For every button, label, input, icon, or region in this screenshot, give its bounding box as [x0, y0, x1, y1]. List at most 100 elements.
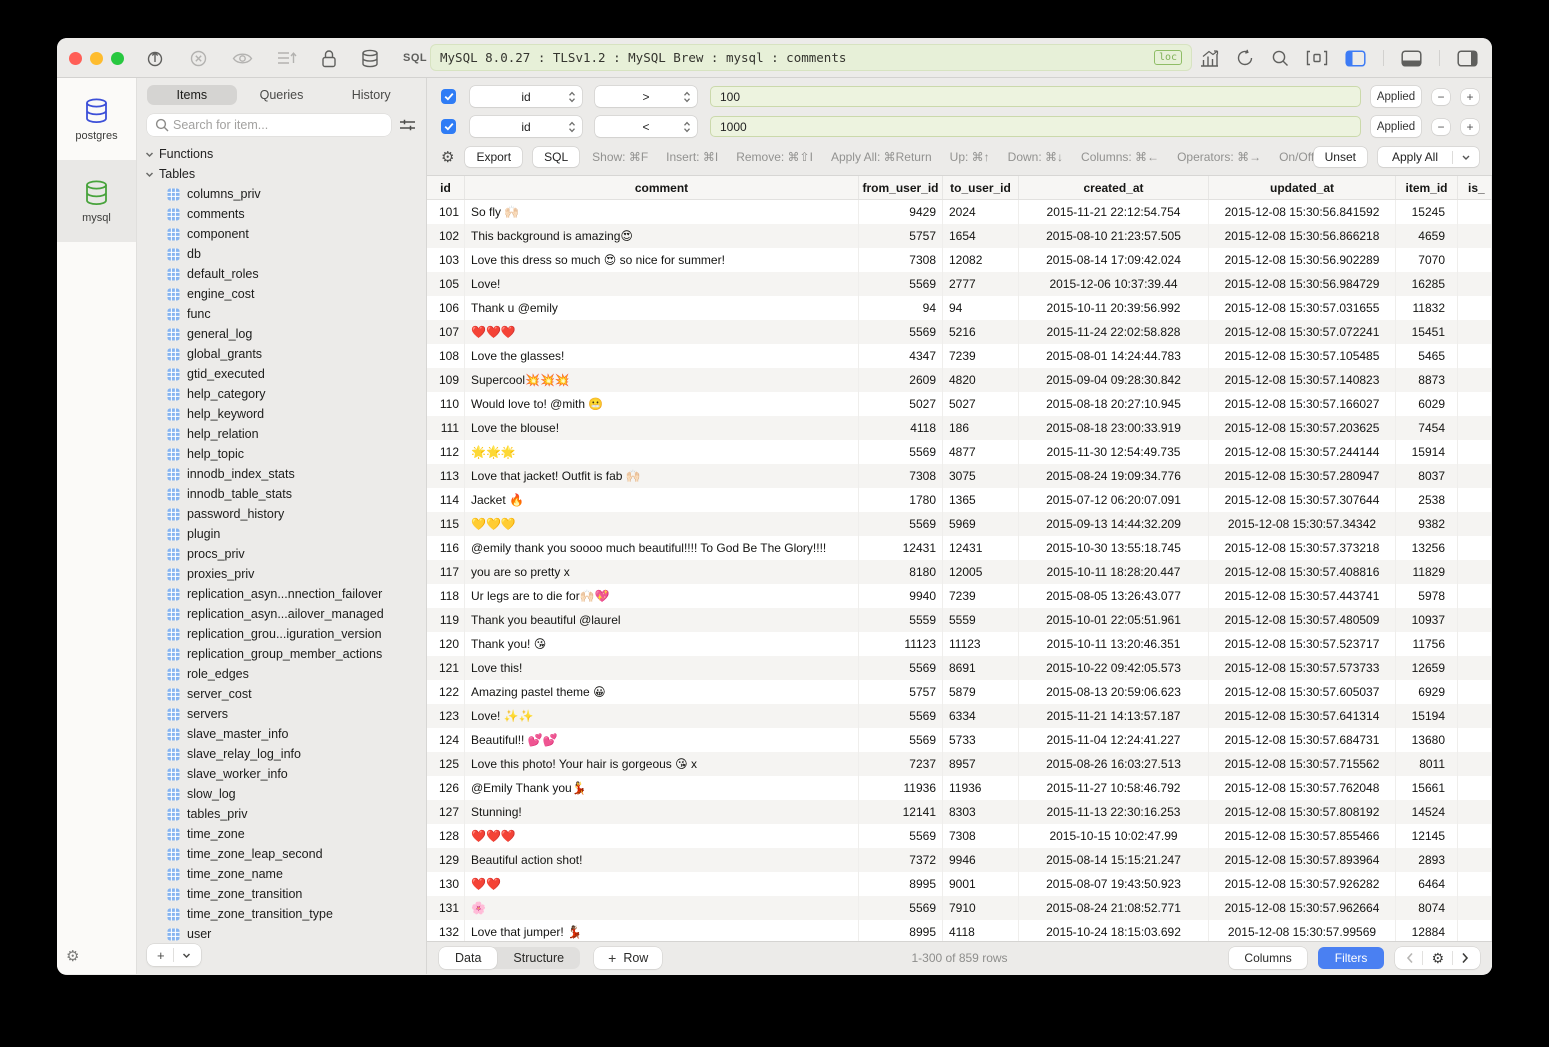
toggle-right-panel-icon[interactable] — [1457, 50, 1478, 67]
cell-from-user-id[interactable]: 8995 — [859, 920, 943, 941]
sql-button[interactable]: SQL — [533, 147, 579, 167]
cell-item-id[interactable]: 13680 — [1396, 728, 1458, 752]
cell-comment[interactable]: Love! — [465, 272, 859, 296]
sidebar-table-item[interactable]: slave_master_info — [145, 724, 418, 744]
cell-created-at[interactable]: 2015-10-11 13:20:46.351 — [1019, 632, 1209, 656]
table-row[interactable]: 127 Stunning! 12141 8303 2015-11-13 22:3… — [427, 800, 1492, 824]
cell-is[interactable] — [1458, 776, 1492, 800]
cell-comment[interactable]: Love this photo! Your hair is gorgeous 😘… — [465, 752, 859, 776]
cell-to-user-id[interactable]: 3075 — [943, 464, 1019, 488]
cell-id[interactable]: 112 — [427, 440, 465, 464]
cell-item-id[interactable]: 15451 — [1396, 320, 1458, 344]
sidebar-table-item[interactable]: time_zone_leap_second — [145, 844, 418, 864]
sidebar-table-item[interactable]: engine_cost — [145, 284, 418, 304]
toggle-sidebar-icon[interactable] — [1345, 50, 1366, 67]
cell-updated-at[interactable]: 2015-12-08 15:30:56.902289 — [1209, 248, 1396, 272]
remove-filter-button[interactable]: − — [1432, 119, 1450, 135]
cell-created-at[interactable]: 2015-11-04 12:24:41.227 — [1019, 728, 1209, 752]
cell-comment[interactable]: Thank you! 😘 — [465, 632, 859, 656]
sidebar-table-item[interactable]: user — [145, 924, 418, 944]
preview-icon[interactable] — [232, 51, 253, 66]
cell-updated-at[interactable]: 2015-12-08 15:30:57.140823 — [1209, 368, 1396, 392]
cell-created-at[interactable]: 2015-08-18 23:00:33.919 — [1019, 416, 1209, 440]
cell-is[interactable] — [1458, 536, 1492, 560]
cell-to-user-id[interactable]: 11123 — [943, 632, 1019, 656]
table-row[interactable]: 113 Love that jacket! Outfit is fab 🙌🏻 7… — [427, 464, 1492, 488]
cell-is[interactable] — [1458, 896, 1492, 920]
cell-id[interactable]: 108 — [427, 344, 465, 368]
table-row[interactable]: 110 Would love to! @mith 😬 5027 5027 201… — [427, 392, 1492, 416]
disconnect-icon[interactable] — [189, 49, 208, 68]
cell-updated-at[interactable]: 2015-12-08 15:30:57.373218 — [1209, 536, 1396, 560]
add-filter-button[interactable]: + — [1461, 119, 1479, 135]
sidebar-table-item[interactable]: replication_grou...iguration_version — [145, 624, 418, 644]
cell-is[interactable] — [1458, 272, 1492, 296]
cell-from-user-id[interactable]: 5569 — [859, 824, 943, 848]
cell-item-id[interactable]: 8873 — [1396, 368, 1458, 392]
log-list-icon[interactable] — [277, 50, 297, 66]
cell-from-user-id[interactable]: 94 — [859, 296, 943, 320]
sidebar-table-item[interactable]: procs_priv — [145, 544, 418, 564]
cell-is[interactable] — [1458, 632, 1492, 656]
sidebar-table-item[interactable]: help_keyword — [145, 404, 418, 424]
cell-created-at[interactable]: 2015-11-27 10:58:46.792 — [1019, 776, 1209, 800]
cell-from-user-id[interactable]: 7372 — [859, 848, 943, 872]
cell-updated-at[interactable]: 2015-12-08 15:30:56.984729 — [1209, 272, 1396, 296]
cell-created-at[interactable]: 2015-09-04 09:28:30.842 — [1019, 368, 1209, 392]
cell-id[interactable]: 122 — [427, 680, 465, 704]
cell-updated-at[interactable]: 2015-12-08 15:30:57.684731 — [1209, 728, 1396, 752]
add-row-button[interactable]: + Row — [594, 947, 662, 969]
cell-comment[interactable]: Supercool💥💥💥 — [465, 368, 859, 392]
table-row[interactable]: 124 Beautiful!! 💕💕 5569 5733 2015-11-04 … — [427, 728, 1492, 752]
cell-updated-at[interactable]: 2015-12-08 15:30:57.573733 — [1209, 656, 1396, 680]
cell-created-at[interactable]: 2015-08-13 20:59:06.623 — [1019, 680, 1209, 704]
sidebar-table-item[interactable]: replication_asyn...ailover_managed — [145, 604, 418, 624]
cell-item-id[interactable]: 2538 — [1396, 488, 1458, 512]
cell-from-user-id[interactable]: 9940 — [859, 584, 943, 608]
table-row[interactable]: 129 Beautiful action shot! 7372 9946 201… — [427, 848, 1492, 872]
cell-id[interactable]: 116 — [427, 536, 465, 560]
cell-id[interactable]: 121 — [427, 656, 465, 680]
cell-updated-at[interactable]: 2015-12-08 15:30:57.443741 — [1209, 584, 1396, 608]
filter-column-select[interactable]: id — [470, 116, 582, 137]
cell-from-user-id[interactable]: 5559 — [859, 608, 943, 632]
cell-comment[interactable]: ❤️❤️❤️ — [465, 320, 859, 344]
filter-column-select[interactable]: id — [470, 86, 582, 107]
cell-item-id[interactable]: 10937 — [1396, 608, 1458, 632]
cell-updated-at[interactable]: 2015-12-08 15:30:57.408816 — [1209, 560, 1396, 584]
cell-updated-at[interactable]: 2015-12-08 15:30:57.962664 — [1209, 896, 1396, 920]
filter-enabled-checkbox[interactable] — [441, 89, 456, 104]
cell-created-at[interactable]: 2015-11-21 14:13:57.187 — [1019, 704, 1209, 728]
cell-is[interactable] — [1458, 488, 1492, 512]
cell-to-user-id[interactable]: 9946 — [943, 848, 1019, 872]
table-row[interactable]: 117 you are so pretty x 8180 12005 2015-… — [427, 560, 1492, 584]
cell-id[interactable]: 109 — [427, 368, 465, 392]
cell-to-user-id[interactable]: 5027 — [943, 392, 1019, 416]
cell-from-user-id[interactable]: 5569 — [859, 656, 943, 680]
table-row[interactable]: 114 Jacket 🔥 1780 1365 2015-07-12 06:20:… — [427, 488, 1492, 512]
cell-id[interactable]: 101 — [427, 200, 465, 224]
cell-to-user-id[interactable]: 186 — [943, 416, 1019, 440]
column-header-created-at[interactable]: created_at — [1019, 176, 1209, 199]
cell-from-user-id[interactable]: 5569 — [859, 896, 943, 920]
filter-applied-button[interactable]: Applied — [1371, 86, 1421, 107]
cell-id[interactable]: 131 — [427, 896, 465, 920]
cell-from-user-id[interactable]: 8180 — [859, 560, 943, 584]
cell-comment[interactable]: Love this! — [465, 656, 859, 680]
cell-updated-at[interactable]: 2015-12-08 15:30:57.762048 — [1209, 776, 1396, 800]
cell-comment[interactable]: Love this dress so much 😍 so nice for su… — [465, 248, 859, 272]
search-input[interactable] — [147, 114, 391, 136]
filter-value-input[interactable] — [710, 86, 1361, 107]
prev-page-button[interactable] — [1398, 952, 1422, 964]
table-row[interactable]: 126 @Emily Thank you💃 11936 11936 2015-1… — [427, 776, 1492, 800]
cell-id[interactable]: 113 — [427, 464, 465, 488]
cell-item-id[interactable]: 5978 — [1396, 584, 1458, 608]
cell-from-user-id[interactable]: 5569 — [859, 512, 943, 536]
cell-is[interactable] — [1458, 848, 1492, 872]
cell-updated-at[interactable]: 2015-12-08 15:30:57.641314 — [1209, 704, 1396, 728]
cell-comment[interactable]: Love the glasses! — [465, 344, 859, 368]
cell-id[interactable]: 130 — [427, 872, 465, 896]
cell-item-id[interactable]: 11829 — [1396, 560, 1458, 584]
chevron-down-icon[interactable] — [1453, 153, 1479, 162]
table-row[interactable]: 108 Love the glasses! 4347 7239 2015-08-… — [427, 344, 1492, 368]
